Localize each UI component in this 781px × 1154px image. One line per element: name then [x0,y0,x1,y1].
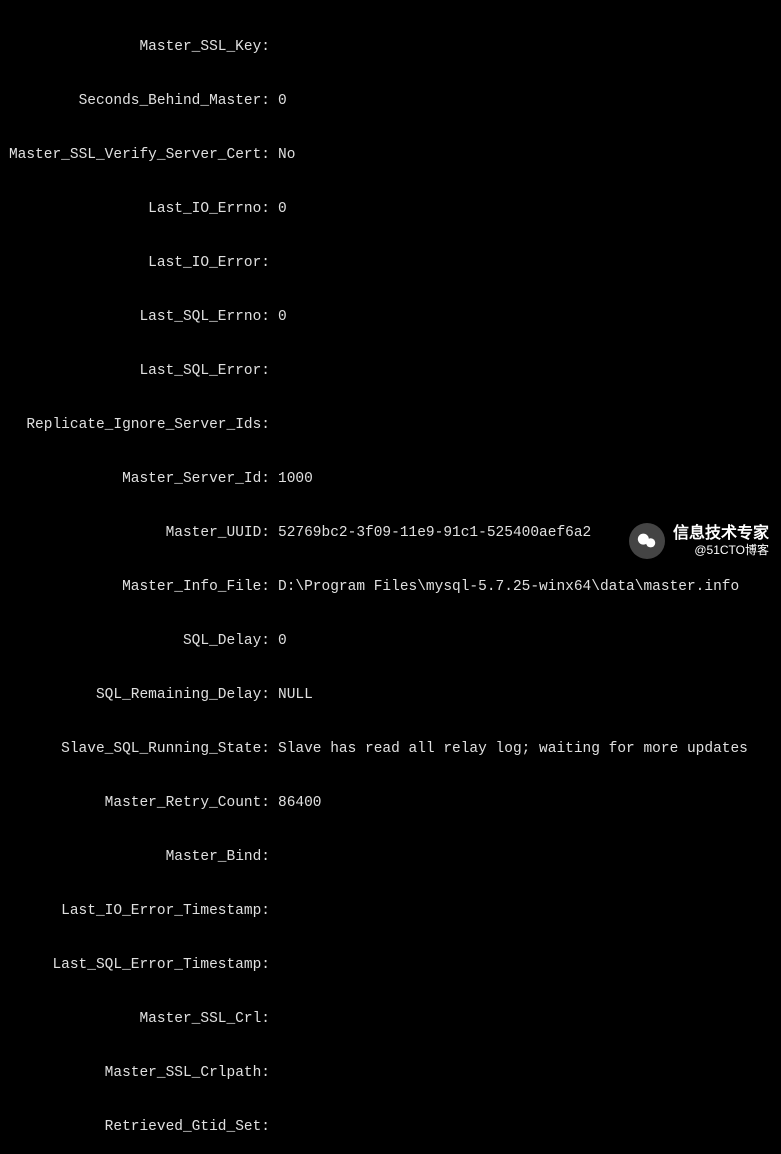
status-value: 0 [270,632,287,650]
status-value: No [270,146,295,164]
status-row: Master_SSL_Crl: [0,1010,781,1028]
status-value: 1000 [270,470,313,488]
status-label: SQL_Delay: [0,632,270,650]
status-value [270,956,278,974]
terminal-output[interactable]: Master_SSL_Key: Seconds_Behind_Master:0 … [0,2,781,1154]
status-label: Master_Retry_Count: [0,794,270,812]
status-label: SQL_Remaining_Delay: [0,686,270,704]
status-label: Last_SQL_Error: [0,362,270,380]
status-row: Last_SQL_Errno:0 [0,308,781,326]
status-value [270,254,278,272]
status-label: Master_SSL_Key: [0,38,270,56]
status-row: SQL_Delay:0 [0,632,781,650]
status-value: 86400 [270,794,322,812]
status-label: Last_SQL_Errno: [0,308,270,326]
status-label: Master_SSL_Verify_Server_Cert: [0,146,270,164]
status-row: Master_SSL_Crlpath: [0,1064,781,1082]
status-label: Last_SQL_Error_Timestamp: [0,956,270,974]
status-row: Master_Server_Id:1000 [0,470,781,488]
status-label: Master_UUID: [0,524,270,542]
status-label: Slave_SQL_Running_State: [0,740,270,758]
status-row: Last_IO_Errno:0 [0,200,781,218]
status-label: Master_Server_Id: [0,470,270,488]
status-value: 52769bc2-3f09-11e9-91c1-525400aef6a2 [270,524,591,542]
watermark-title: 信息技术专家 [673,524,769,543]
status-row: Retrieved_Gtid_Set: [0,1118,781,1136]
status-row: Slave_SQL_Running_State:Slave has read a… [0,740,781,758]
status-value [270,848,278,866]
status-value: Slave has read all relay log; waiting fo… [270,740,748,758]
status-label: Master_Bind: [0,848,270,866]
status-label: Last_IO_Errno: [0,200,270,218]
status-row: Last_IO_Error_Timestamp: [0,902,781,920]
status-label: Replicate_Ignore_Server_Ids: [0,416,270,434]
status-value: 0 [270,308,287,326]
status-label: Master_SSL_Crlpath: [0,1064,270,1082]
status-row: Master_SSL_Verify_Server_Cert:No [0,146,781,164]
status-value [270,38,278,56]
watermark-sub: @51CTO博客 [673,543,769,557]
status-label: Master_SSL_Crl: [0,1010,270,1028]
status-row: Master_Info_File:D:\Program Files\mysql-… [0,578,781,596]
status-row: Master_SSL_Key: [0,38,781,56]
status-row: SQL_Remaining_Delay:NULL [0,686,781,704]
status-value [270,416,278,434]
status-value: D:\Program Files\mysql-5.7.25-winx64\dat… [270,578,739,596]
status-value [270,362,278,380]
status-value: 0 [270,92,287,110]
status-row: Last_SQL_Error: [0,362,781,380]
wechat-icon [629,523,665,559]
status-label: Retrieved_Gtid_Set: [0,1118,270,1136]
status-row: Last_IO_Error: [0,254,781,272]
status-label: Last_IO_Error: [0,254,270,272]
status-value [270,902,278,920]
status-row: Last_SQL_Error_Timestamp: [0,956,781,974]
status-row: Master_Bind: [0,848,781,866]
status-value [270,1010,278,1028]
status-row: Master_Retry_Count:86400 [0,794,781,812]
status-value: NULL [270,686,313,704]
status-row: Seconds_Behind_Master:0 [0,92,781,110]
status-value [270,1064,278,1082]
status-label: Seconds_Behind_Master: [0,92,270,110]
watermark: 信息技术专家 @51CTO博客 [629,523,769,559]
status-label: Last_IO_Error_Timestamp: [0,902,270,920]
status-row: Replicate_Ignore_Server_Ids: [0,416,781,434]
status-value: 0 [270,200,287,218]
status-value [270,1118,278,1136]
status-label: Master_Info_File: [0,578,270,596]
